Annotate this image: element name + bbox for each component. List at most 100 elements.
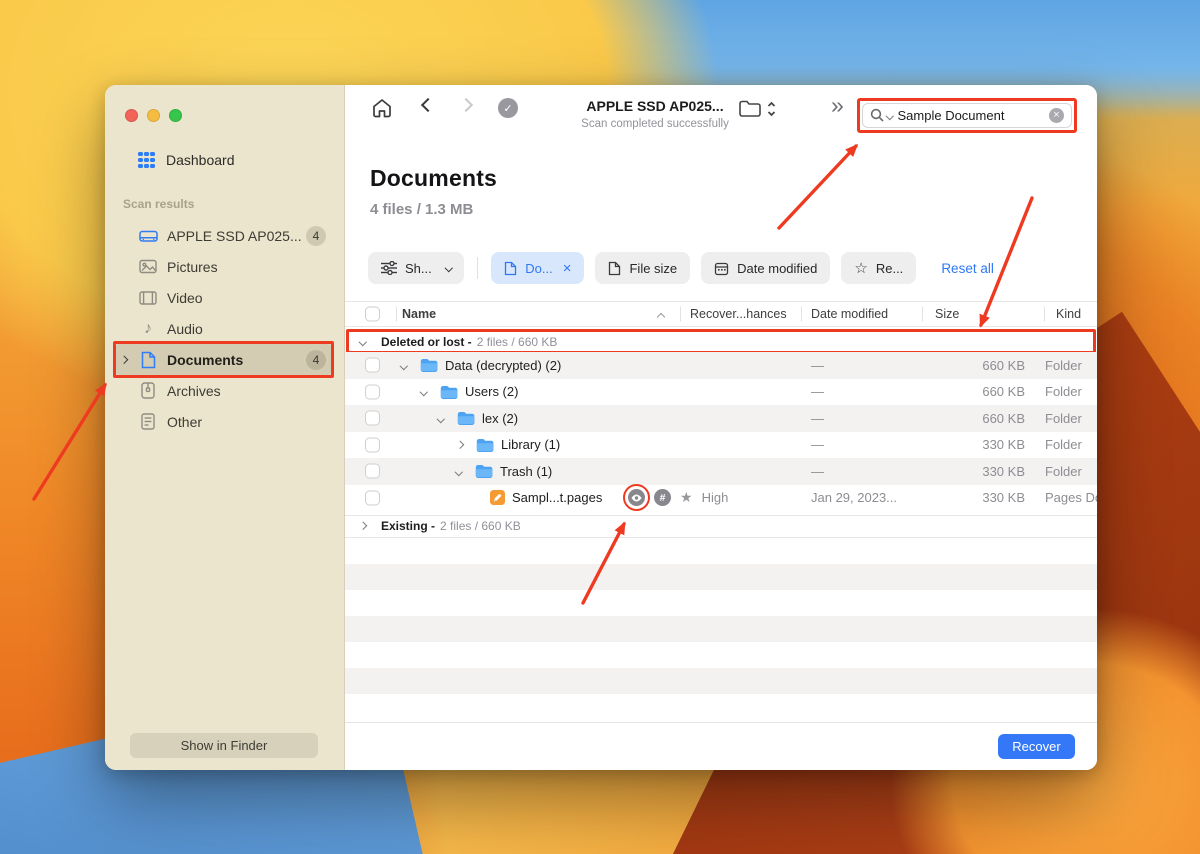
cell-kind: Folder (1045, 384, 1082, 400)
column-header-recovery[interactable]: Recover...hances (690, 307, 787, 321)
table-row[interactable]: lex (2) — 660 KB Folder (345, 405, 1097, 432)
cell-date: — (811, 410, 824, 426)
column-header-kind[interactable]: Kind (1056, 307, 1081, 321)
show-in-finder-button[interactable]: Show in Finder (130, 733, 318, 758)
row-disclosure-chevron[interactable] (436, 414, 445, 423)
row-checkbox[interactable] (365, 490, 380, 506)
group-label: Deleted or lost - (381, 334, 472, 349)
sidebar-item-label: Video (167, 289, 203, 306)
column-header-size[interactable]: Size (935, 307, 959, 321)
document-icon (505, 261, 517, 275)
group-row-deleted[interactable]: Deleted or lost - 2 files / 660 KB (345, 329, 1097, 354)
folder-icon (476, 438, 494, 452)
sidebar-list: APPLE SSD AP025... 4 Pictures Video ♪ Au… (113, 220, 334, 437)
row-disclosure-chevron[interactable] (419, 387, 428, 396)
cell-kind: Folder (1045, 463, 1082, 479)
recover-button[interactable]: Recover (998, 734, 1075, 759)
toolbar-overflow-button[interactable]: » (831, 92, 844, 119)
home-button[interactable] (371, 97, 393, 118)
sidebar-item-documents[interactable]: Documents 4 (113, 341, 334, 378)
date-modified-filter-button[interactable]: Date modified (701, 252, 831, 284)
cell-size: 660 KB (982, 357, 1025, 373)
close-window-button[interactable] (125, 109, 138, 122)
row-checkbox[interactable] (365, 384, 380, 400)
folder-switch-icon (739, 100, 776, 117)
row-checkbox[interactable] (365, 437, 380, 453)
table-row[interactable]: Data (decrypted) (2) — 660 KB Folder (345, 352, 1097, 379)
sidebar-item-dashboard[interactable]: Dashboard (113, 145, 334, 175)
drive-icon (138, 228, 158, 244)
row-disclosure-chevron[interactable] (455, 440, 464, 449)
forward-button[interactable] (458, 97, 474, 113)
group-chevron-icon[interactable] (358, 337, 367, 346)
row-checkbox[interactable] (365, 463, 380, 479)
file-size-filter-button[interactable]: File size (595, 252, 691, 284)
sidebar-item-audio[interactable]: ♪ Audio (113, 313, 334, 344)
session-switcher-button[interactable] (738, 97, 778, 121)
folder-icon (440, 385, 458, 399)
search-scope-chevron-icon[interactable] (885, 111, 894, 120)
file-name: Library (1) (501, 437, 561, 453)
table-row[interactable]: Users (2) — 660 KB Folder (345, 379, 1097, 406)
recovery-chance-label: High (701, 490, 729, 506)
cell-kind: Folder (1045, 357, 1082, 373)
show-filter-button[interactable]: Sh... (368, 252, 465, 284)
sidebar-item-label: Audio (167, 320, 203, 337)
group-row-existing[interactable]: Existing - 2 files / 660 KB (345, 514, 1097, 538)
show-filter-label: Sh... (405, 260, 432, 276)
empty-rows-area (345, 537, 1097, 719)
sort-ascending-icon[interactable] (656, 312, 666, 322)
sidebar-item-pictures[interactable]: Pictures (113, 251, 334, 282)
select-all-checkbox[interactable] (365, 306, 380, 322)
document-icon (138, 351, 158, 369)
home-icon (373, 99, 391, 118)
table-row-sample-file[interactable]: Sampl...t.pages # ★ High Jan 29, 2023...… (345, 484, 1097, 512)
preview-eye-button[interactable] (623, 484, 650, 512)
clear-search-button[interactable]: × (1049, 108, 1064, 123)
cell-date: — (811, 437, 824, 453)
row-disclosure-chevron[interactable] (399, 361, 408, 370)
reset-all-link[interactable]: Reset all (941, 261, 994, 276)
disclosure-chevron-icon[interactable] (119, 355, 128, 364)
row-checkbox[interactable] (365, 357, 380, 373)
sidebar-item-video[interactable]: Video (113, 282, 334, 313)
zoom-window-button[interactable] (169, 109, 182, 122)
row-checkbox[interactable] (365, 410, 380, 426)
column-header-name[interactable]: Name (402, 307, 436, 321)
folder-icon (420, 359, 438, 373)
cell-kind: Folder (1045, 410, 1082, 426)
back-button[interactable] (420, 97, 436, 113)
cell-kind: Pages Document (1045, 490, 1097, 506)
table-row[interactable]: Library (1) — 330 KB Folder (345, 432, 1097, 459)
search-input[interactable]: Sample Document × (862, 103, 1072, 128)
calendar-icon (715, 262, 729, 275)
sidebar-item-drive[interactable]: APPLE SSD AP025... 4 (113, 220, 334, 251)
cell-size: 660 KB (982, 410, 1025, 426)
sidebar: Dashboard Scan results APPLE SSD AP025..… (105, 85, 345, 770)
folder-icon (457, 412, 475, 426)
app-window: Dashboard Scan results APPLE SSD AP025..… (105, 85, 1097, 770)
footer-bar: Recover (345, 722, 1097, 770)
chevron-down-icon (444, 264, 453, 272)
group-chevron-icon[interactable] (358, 522, 367, 530)
documents-filter-label: Do... (525, 260, 553, 276)
minimize-window-button[interactable] (147, 109, 160, 122)
cell-date: Jan 29, 2023... (811, 490, 898, 506)
column-header-date[interactable]: Date modified (811, 307, 888, 321)
group-meta: 2 files / 660 KB (476, 334, 558, 349)
row-disclosure-chevron[interactable] (454, 467, 463, 476)
star-icon: ☆ (854, 260, 868, 277)
table-row[interactable]: Trash (1) — 330 KB Folder (345, 458, 1097, 485)
sidebar-item-other[interactable]: Other (113, 406, 334, 437)
annotation-box-search: Sample Document × (857, 98, 1077, 133)
cell-date: — (811, 384, 824, 400)
remove-filter-icon[interactable]: × (563, 261, 572, 276)
column-divider (680, 306, 681, 322)
recovery-chances-filter-button[interactable]: ☆ Re... (841, 252, 917, 284)
hex-id-button[interactable]: # (654, 489, 671, 507)
audio-icon: ♪ (144, 319, 152, 337)
sidebar-item-archives[interactable]: Archives (113, 375, 334, 406)
table-header: Name Recover...hances Date modified Size… (345, 301, 1097, 327)
file-size-filter-label: File size (629, 260, 678, 276)
documents-filter-chip[interactable]: Do... × (491, 252, 585, 284)
